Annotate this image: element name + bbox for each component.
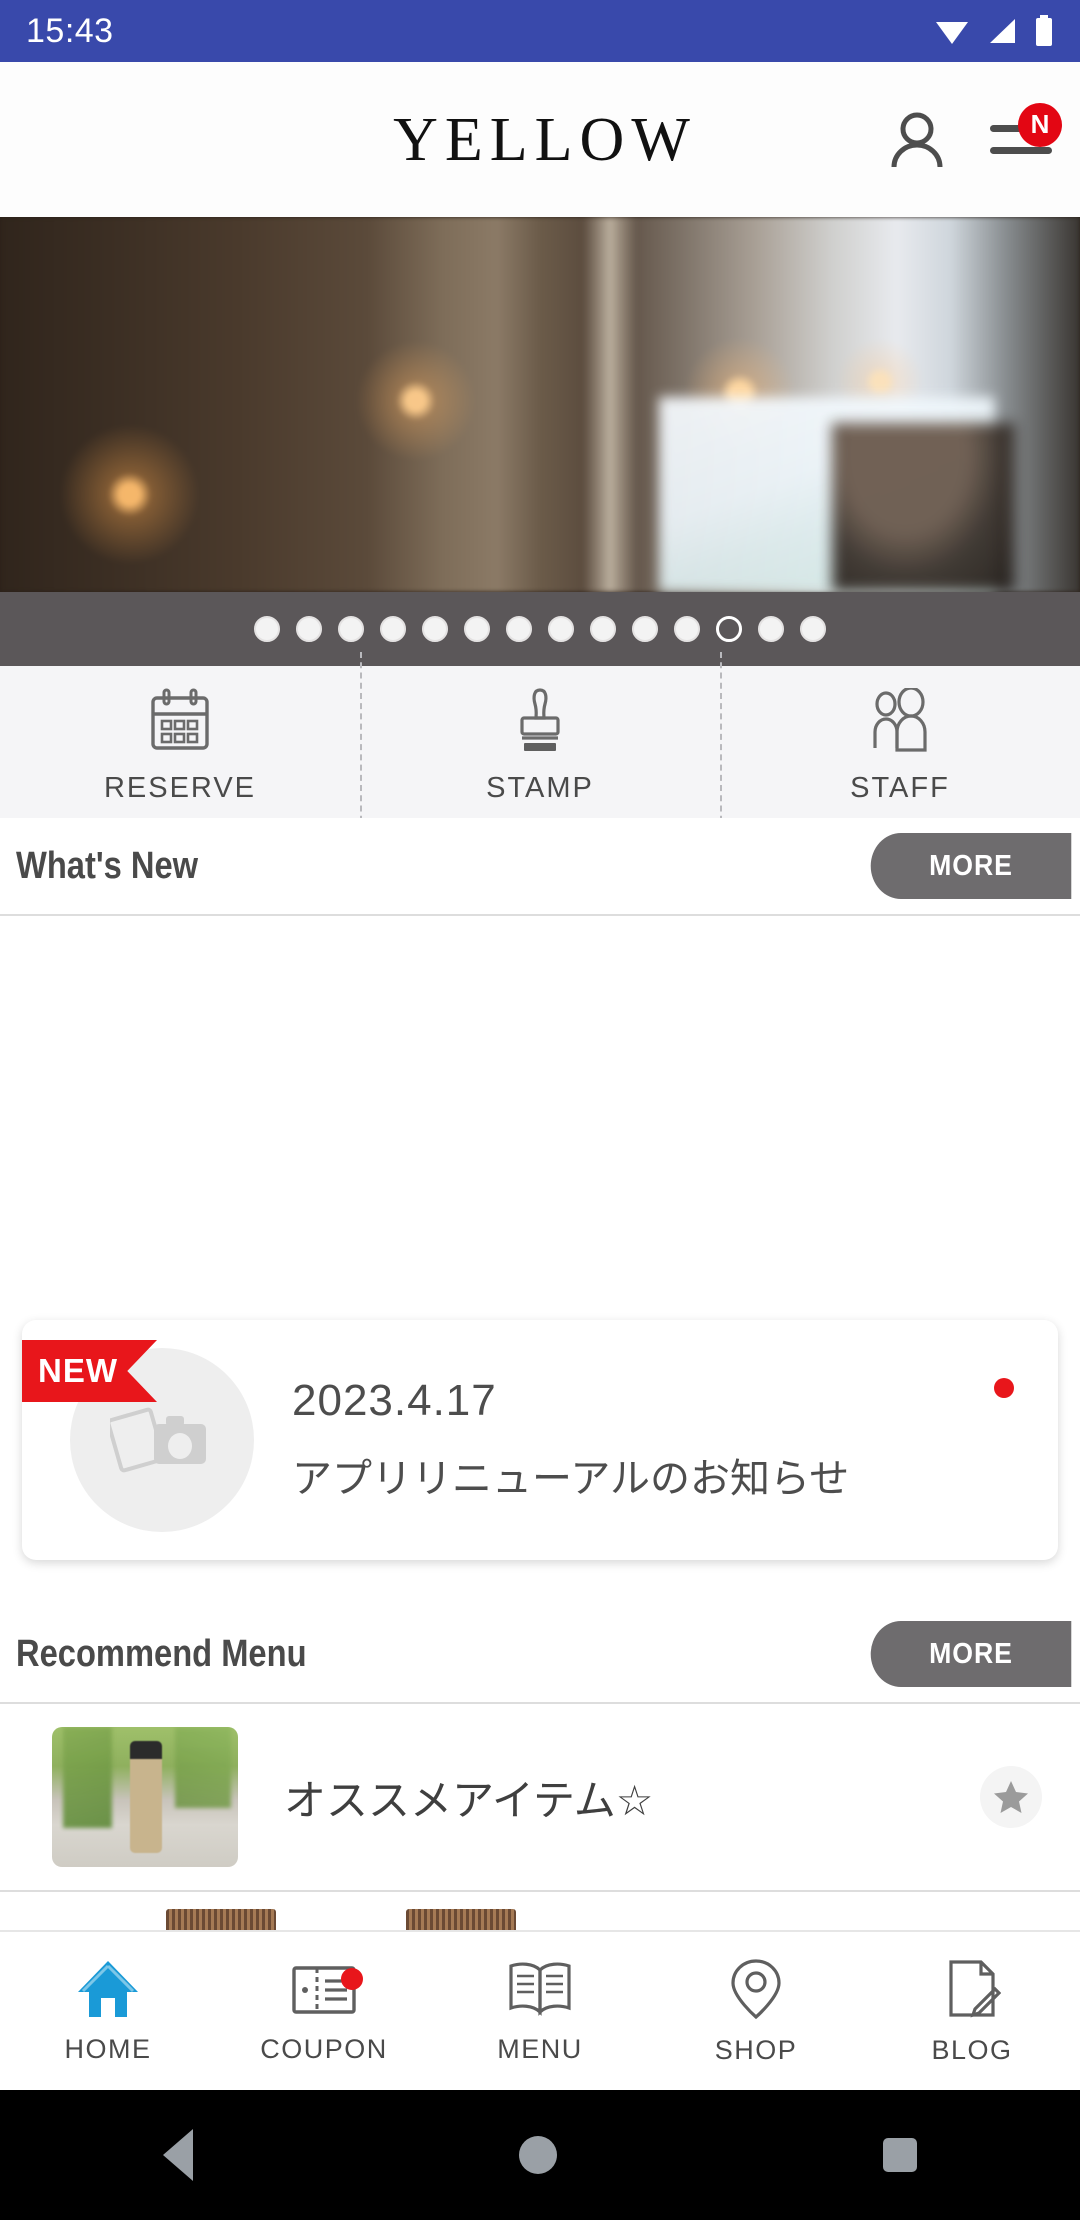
- status-bar-icons: [934, 15, 1054, 47]
- favorite-button[interactable]: [980, 1766, 1042, 1828]
- stamp-icon: [508, 687, 572, 754]
- news-card[interactable]: NEW 2023.4.17 アプリリニューアルのお知らせ: [22, 1320, 1058, 1560]
- bottom-navigation: HOME COUPON MENU SHOP BLOG: [0, 1930, 1080, 2090]
- section-title: Recommend Menu: [16, 1632, 307, 1675]
- nav-item-coupon[interactable]: COUPON: [216, 1958, 432, 2065]
- divider: [0, 1890, 1080, 1892]
- menu-notification-badge: N: [1018, 102, 1062, 147]
- recommend-menu-more-button[interactable]: MORE: [870, 1621, 1072, 1687]
- status-bar: 15:43: [0, 0, 1080, 62]
- recommend-item-title: オススメアイテム☆: [284, 1775, 654, 1825]
- android-navigation-bar: [0, 2090, 1080, 2220]
- book-icon: [509, 1962, 571, 2016]
- quick-menu-label: RESERVE: [103, 771, 257, 804]
- cellular-signal-icon: [990, 19, 1015, 43]
- home-circle-icon[interactable]: [519, 2136, 557, 2174]
- wifi-icon: [936, 22, 968, 44]
- hero-carousel[interactable]: [0, 217, 1080, 592]
- carousel-dot[interactable]: [758, 616, 784, 642]
- recommend-thumbnail: [52, 1727, 238, 1867]
- nav-label: MENU: [497, 2033, 583, 2064]
- app-header: YELLOW N: [0, 62, 1080, 217]
- nav-label: BLOG: [931, 2034, 1013, 2065]
- carousel-dot[interactable]: [590, 616, 616, 642]
- home-icon: [78, 1960, 138, 2017]
- carousel-dot[interactable]: [506, 616, 532, 642]
- whats-new-more-button[interactable]: MORE: [870, 833, 1072, 899]
- nav-item-shop[interactable]: SHOP: [648, 1957, 864, 2066]
- recommend-thumbnail: [166, 1909, 276, 1931]
- news-unread-dot: [994, 1378, 1014, 1398]
- quick-menu-bar: RESERVE STAMP STAFF: [0, 652, 1080, 832]
- carousel-dot[interactable]: [716, 616, 742, 642]
- account-button[interactable]: [888, 109, 946, 171]
- map-pin-icon: [731, 1958, 781, 2019]
- recommend-thumbnail: [406, 1909, 516, 1931]
- quick-menu-label: STAFF: [850, 771, 950, 804]
- people-icon: [866, 687, 934, 754]
- header-actions: N: [888, 102, 1062, 171]
- battery-icon: [1036, 15, 1052, 46]
- carousel-dot[interactable]: [800, 616, 826, 642]
- carousel-dot[interactable]: [548, 616, 574, 642]
- news-date: 2023.4.17: [292, 1376, 497, 1425]
- recommend-list-item[interactable]: オススメアイテム☆: [0, 1704, 1080, 1890]
- quick-menu-item-reserve[interactable]: RESERVE: [0, 666, 360, 818]
- news-title: アプリリニューアルのお知らせ: [292, 1456, 850, 1502]
- hero-decor-post: [583, 217, 638, 592]
- carousel-dot[interactable]: [674, 616, 700, 642]
- quick-menu-label: STAMP: [486, 771, 594, 804]
- recommend-list-item-partial[interactable]: [0, 1901, 1080, 1931]
- section-title: What's New: [16, 844, 199, 887]
- nav-item-menu[interactable]: MENU: [432, 1958, 648, 2065]
- divider: [0, 914, 1080, 916]
- back-triangle-icon[interactable]: [163, 2129, 193, 2181]
- carousel-dot[interactable]: [380, 616, 406, 642]
- recommend-menu-header: Recommend Menu MORE: [0, 1606, 1080, 1702]
- coupon-badge-dot: [341, 1967, 364, 1990]
- quick-menu-item-stamp[interactable]: STAMP: [360, 652, 720, 832]
- status-bar-clock: 15:43: [26, 11, 114, 50]
- nav-item-blog[interactable]: BLOG: [864, 1957, 1080, 2066]
- app-screen: 15:43 YELLOW N RESERVE STAMP STAFF What'…: [0, 0, 1080, 2220]
- menu-button[interactable]: N: [990, 102, 1062, 163]
- document-pencil-icon: [949, 1959, 1001, 2018]
- calendar-icon: [148, 688, 212, 754]
- carousel-dot[interactable]: [632, 616, 658, 642]
- recents-square-icon[interactable]: [883, 2138, 917, 2172]
- nav-label: COUPON: [260, 2033, 388, 2064]
- nav-item-home[interactable]: HOME: [0, 1958, 216, 2065]
- photo-placeholder-icon: [110, 1407, 206, 1473]
- carousel-dot[interactable]: [464, 616, 490, 642]
- whats-new-header: What's New MORE: [0, 818, 1080, 914]
- person-icon: [891, 112, 943, 167]
- nav-label: SHOP: [714, 2034, 798, 2065]
- hero-decor-person: [831, 423, 1016, 592]
- quick-menu-item-staff[interactable]: STAFF: [720, 652, 1080, 832]
- carousel-dot[interactable]: [254, 616, 280, 642]
- carousel-dot[interactable]: [422, 616, 448, 642]
- news-text: 2023.4.17 アプリリニューアルのお知らせ: [292, 1376, 849, 1504]
- star-icon: [994, 1781, 1028, 1813]
- carousel-dots[interactable]: [0, 592, 1080, 666]
- carousel-dot[interactable]: [338, 616, 364, 642]
- nav-label: HOME: [64, 2033, 152, 2064]
- carousel-dot[interactable]: [296, 616, 322, 642]
